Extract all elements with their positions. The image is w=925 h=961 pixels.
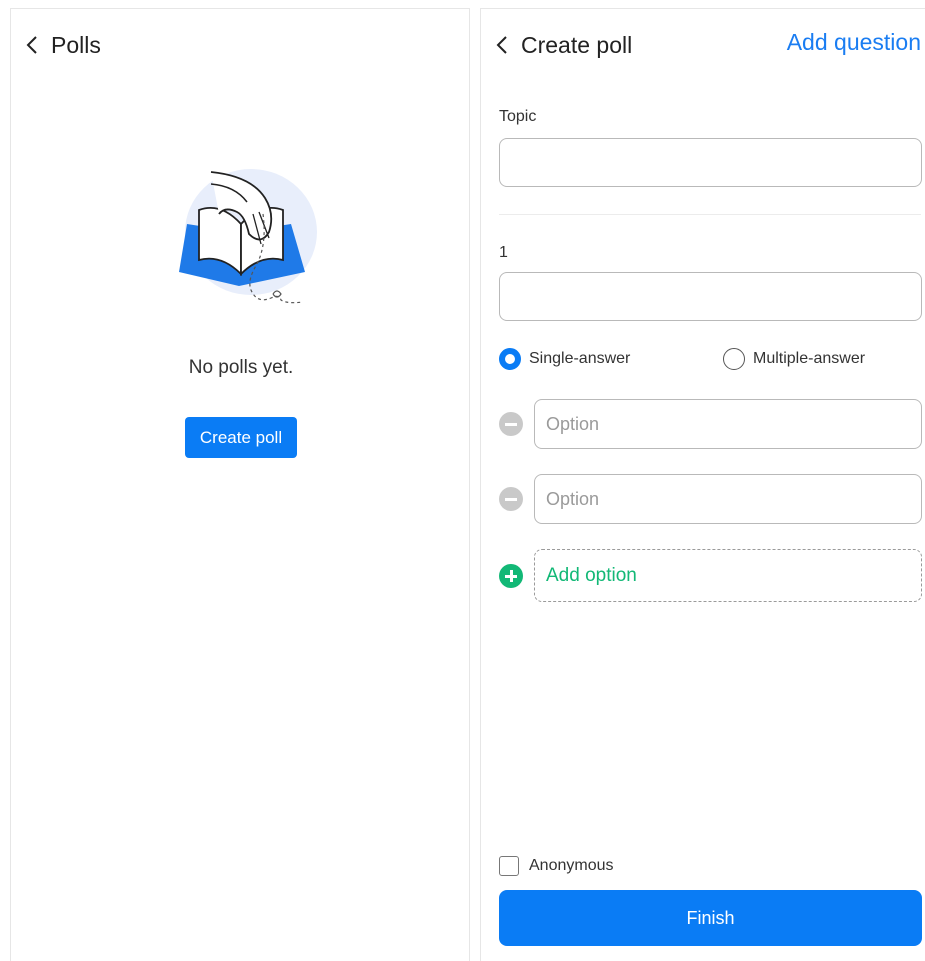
create-poll-panel: Create poll Add question Topic 1 Single-… — [480, 8, 925, 961]
single-answer-label: Single-answer — [529, 350, 631, 367]
anonymous-label: Anonymous — [529, 857, 614, 874]
create-poll-back-button[interactable]: Create poll — [495, 32, 632, 59]
topic-input[interactable] — [499, 138, 922, 187]
anonymous-checkbox[interactable] — [499, 856, 519, 876]
chevron-left-icon — [496, 36, 507, 54]
finish-button[interactable]: Finish — [499, 890, 922, 946]
minus-circle-icon[interactable] — [499, 412, 523, 436]
plus-circle-icon[interactable] — [499, 564, 523, 588]
multiple-answer-radio[interactable]: Multiple-answer — [723, 348, 865, 370]
radio-unchecked-icon — [723, 348, 745, 370]
multiple-answer-label: Multiple-answer — [753, 350, 866, 367]
divider — [499, 214, 921, 215]
create-poll-button[interactable]: Create poll — [185, 417, 297, 458]
polls-panel: Polls No polls yet. Create poll — [10, 8, 470, 961]
anonymous-checkbox-row[interactable]: Anonymous — [499, 856, 614, 876]
option-row — [499, 399, 922, 449]
add-option-row[interactable]: Add option — [499, 549, 922, 602]
empty-state-text: No polls yet. — [188, 357, 294, 378]
question-input[interactable] — [499, 272, 922, 321]
page-title: Polls — [51, 31, 101, 58]
add-option-label: Add option — [546, 564, 637, 586]
topic-label: Topic — [499, 108, 537, 125]
polls-header: Polls — [25, 29, 469, 61]
add-option-button[interactable]: Add option — [534, 549, 922, 602]
minus-circle-icon[interactable] — [499, 487, 523, 511]
empty-book-hand-illustration — [179, 169, 317, 304]
option-input[interactable] — [534, 474, 922, 524]
radio-checked-icon — [499, 348, 521, 370]
question-number: 1 — [499, 244, 508, 261]
page-title: Create poll — [521, 31, 633, 58]
option-row — [499, 474, 922, 524]
option-input[interactable] — [534, 399, 922, 449]
add-question-link[interactable]: Add question — [787, 29, 921, 56]
single-answer-radio[interactable]: Single-answer — [499, 348, 630, 370]
chevron-left-icon — [26, 36, 37, 54]
answer-type-group: Single-answer Multiple-answer — [499, 348, 921, 374]
polls-back-button[interactable]: Polls — [25, 32, 101, 59]
